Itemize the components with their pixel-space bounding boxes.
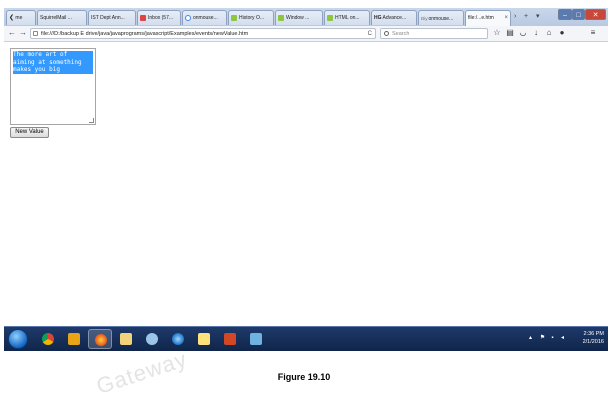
chrome-icon[interactable]	[36, 329, 60, 349]
pocket-icon[interactable]: ◡	[518, 28, 528, 38]
tab-6[interactable]: Window ...	[275, 10, 323, 25]
scroll-tabs-icon[interactable]: ›	[514, 12, 516, 21]
back-arrow-icon: ❮	[9, 15, 15, 21]
page-icon	[231, 14, 237, 21]
clock-date[interactable]: 2/1/2016	[583, 339, 604, 345]
volume-icon[interactable]: ◂	[559, 335, 566, 342]
file-explorer-icon[interactable]	[114, 329, 138, 349]
page-icon	[327, 14, 333, 21]
tab-8[interactable]: HGAdvance...	[371, 10, 417, 25]
google-icon	[185, 14, 191, 21]
media-icon[interactable]	[62, 329, 86, 349]
tab-active[interactable]: file:/...e.htm ×	[465, 10, 511, 26]
search-input[interactable]: Search	[380, 28, 488, 39]
paint-icon[interactable]	[244, 329, 268, 349]
tab-4[interactable]: onmouse...	[182, 10, 227, 25]
tab-3[interactable]: Inbox (57...	[137, 10, 181, 25]
reading-list-icon[interactable]: ▤	[505, 28, 515, 38]
figure-caption: Figure 19.10	[277, 372, 331, 382]
clock-time[interactable]: 2:36 PM	[584, 331, 604, 337]
hg-icon: HG	[374, 15, 382, 21]
menu-icon[interactable]: ≡	[588, 28, 598, 38]
new-tab-icon[interactable]: +	[524, 12, 528, 21]
network-icon[interactable]	[140, 329, 164, 349]
text-area[interactable]: The more art of aiming at something make…	[10, 48, 96, 125]
reload-icon[interactable]: C	[368, 29, 372, 39]
tab-list-icon[interactable]: ▾	[536, 12, 540, 21]
powerpoint-icon[interactable]	[218, 329, 242, 349]
close-tab-icon[interactable]: ×	[504, 11, 508, 26]
tab-2[interactable]: IST Dept Ann...	[88, 10, 136, 25]
home-icon[interactable]: ⌂	[544, 28, 554, 38]
bookmark-star-icon[interactable]: ☆	[492, 28, 502, 38]
search-placeholder: Search	[392, 31, 410, 37]
flag-icon[interactable]: ⚑	[539, 335, 546, 342]
diy-icon: Diy	[421, 16, 428, 21]
tab-5[interactable]: History O...	[228, 10, 274, 25]
back-icon[interactable]: ←	[7, 28, 17, 38]
chat-icon[interactable]: ●	[557, 28, 567, 38]
show-hidden-icons-icon[interactable]: ▴	[527, 335, 534, 342]
maximize-icon[interactable]: □	[572, 9, 585, 20]
gmail-icon	[140, 14, 146, 21]
page-icon	[278, 14, 284, 21]
download-icon[interactable]: ↓	[531, 28, 541, 38]
ie-icon[interactable]	[166, 329, 190, 349]
tab-9[interactable]: Diyonmouse...	[418, 10, 464, 25]
resize-grip-icon[interactable]	[89, 118, 94, 123]
tab-1[interactable]: SquirrelMail ...	[37, 10, 87, 25]
firefox-icon[interactable]	[88, 329, 112, 349]
tab-7[interactable]: HTML on...	[324, 10, 370, 25]
url-bar[interactable]: file:///D:/backup E drive/java/javaprogr…	[30, 28, 376, 39]
site-info-icon[interactable]	[33, 31, 38, 36]
network-status-icon[interactable]: ▪	[549, 335, 556, 342]
url-text: file:///D:/backup E drive/java/javaprogr…	[41, 31, 249, 37]
page-content: The more art of aiming at something make…	[4, 42, 608, 326]
forward-icon[interactable]: →	[18, 28, 28, 38]
windows-explorer-icon[interactable]	[192, 329, 216, 349]
minimize-icon[interactable]: –	[558, 9, 572, 20]
browser-screen: ❮ me SquirrelMail ... IST Dept Ann... In…	[4, 8, 608, 351]
navigation-bar: ← → file:///D:/backup E drive/java/javap…	[4, 26, 608, 42]
tab-0[interactable]: ❮ me	[6, 10, 36, 25]
start-button[interactable]	[8, 329, 28, 349]
new-value-button[interactable]: New Value	[10, 127, 49, 138]
taskbar: ▴ ⚑ ▪ ◂ 2:36 PM 2/1/2016	[4, 326, 608, 351]
textarea-selected-text: The more art of aiming at something make…	[13, 51, 93, 74]
search-icon	[384, 31, 389, 36]
close-window-icon[interactable]: ✕	[585, 9, 606, 20]
tab-strip: ❮ me SquirrelMail ... IST Dept Ann... In…	[4, 8, 608, 27]
